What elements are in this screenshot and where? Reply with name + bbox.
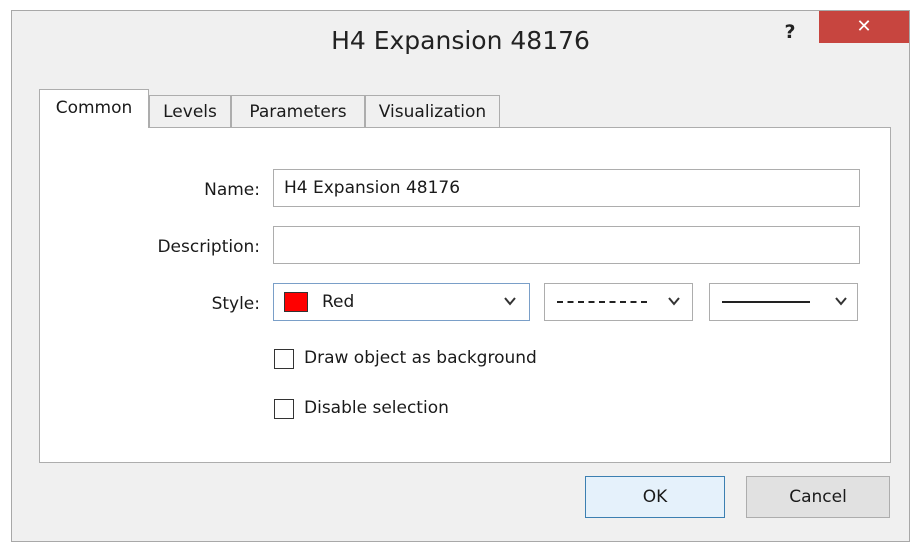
name-label: Name:	[204, 180, 260, 200]
description-label: Description:	[157, 237, 260, 257]
description-input[interactable]	[273, 226, 860, 264]
draw-background-label: Draw object as background	[304, 348, 537, 368]
dashed-line-icon	[557, 301, 647, 303]
style-label: Style:	[211, 294, 260, 314]
cancel-button[interactable]: Cancel	[746, 476, 890, 518]
tab-common[interactable]: Common	[39, 89, 149, 128]
solid-line-icon	[722, 301, 810, 303]
color-select[interactable]: Red	[273, 283, 530, 321]
chevron-down-icon	[835, 297, 847, 306]
tab-visualization[interactable]: Visualization	[365, 95, 500, 127]
dialog-window: H4 Expansion 48176 ? ✕ Common Levels Par…	[11, 10, 910, 542]
chevron-down-icon	[668, 297, 680, 306]
draw-background-checkbox[interactable]	[274, 349, 294, 369]
color-select-value: Red	[322, 292, 355, 312]
ok-button[interactable]: OK	[585, 476, 725, 518]
close-button[interactable]: ✕	[819, 11, 909, 43]
chevron-down-icon	[504, 297, 516, 306]
line-width-select[interactable]	[709, 283, 858, 321]
common-tab-panel: Name: H4 Expansion 48176 Description: St…	[39, 127, 891, 463]
disable-selection-label: Disable selection	[304, 398, 449, 418]
color-swatch	[284, 292, 308, 312]
disable-selection-checkbox[interactable]	[274, 399, 294, 419]
tab-levels[interactable]: Levels	[149, 95, 231, 127]
help-button[interactable]: ?	[773, 15, 807, 49]
tab-parameters[interactable]: Parameters	[231, 95, 365, 127]
close-icon: ✕	[856, 16, 872, 37]
title-bar: H4 Expansion 48176 ? ✕	[12, 11, 909, 71]
line-style-select[interactable]	[544, 283, 693, 321]
name-input[interactable]: H4 Expansion 48176	[273, 169, 860, 207]
